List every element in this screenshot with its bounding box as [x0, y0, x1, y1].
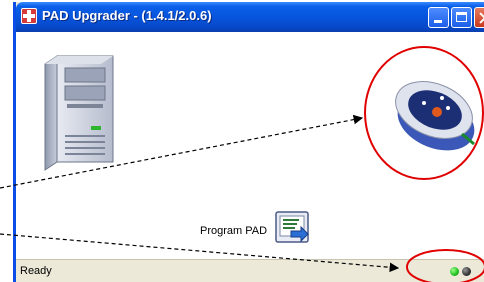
main-area: Program PAD	[16, 32, 484, 260]
server-tower-icon	[44, 55, 114, 171]
gray-led-icon	[462, 267, 471, 276]
green-led-icon	[450, 267, 459, 276]
status-text: Ready	[20, 265, 52, 277]
minimize-button[interactable]	[428, 7, 449, 28]
title-bar[interactable]: PAD Upgrader - (1.4.1/2.0.6)	[16, 2, 484, 32]
program-pad-icon[interactable]	[275, 211, 309, 243]
close-button[interactable]	[474, 7, 484, 28]
program-pad-label: Program PAD	[200, 225, 268, 237]
window-title: PAD Upgrader - (1.4.1/2.0.6)	[42, 8, 212, 23]
status-bar: Ready	[16, 259, 484, 282]
maximize-button[interactable]	[451, 7, 472, 28]
app-window: PAD Upgrader - (1.4.1/2.0.6) Program PAD…	[13, 2, 484, 282]
app-icon	[21, 8, 37, 24]
aed-device-icon[interactable]	[390, 70, 484, 156]
